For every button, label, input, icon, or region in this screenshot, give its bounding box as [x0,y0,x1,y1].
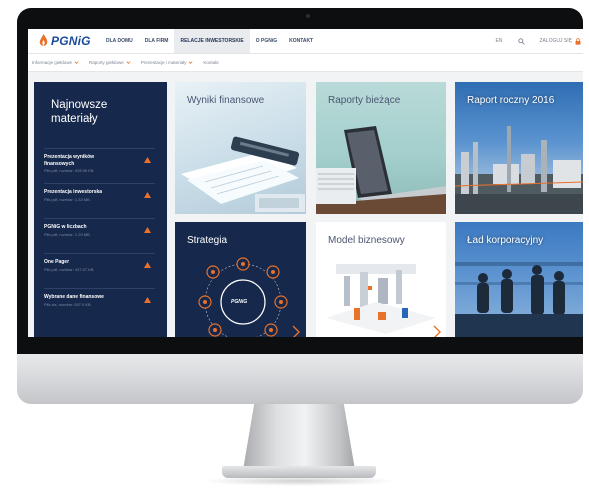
material-title: One Pager [44,259,70,265]
arrow-up-icon [144,297,151,303]
tile-financial-results[interactable]: Wyniki finansowe [175,82,306,214]
material-meta: Plik pdf, rozmiar: 1.33 MB [44,196,90,202]
search-icon[interactable] [518,37,526,45]
nav-item-dla-domu[interactable]: DLA DOMU [100,29,139,53]
subnav-item-raporty-gieldowe[interactable]: Raporty giełdowe [89,60,124,65]
arrow-up-icon [144,262,151,268]
arrow-up-icon [144,227,151,233]
top-navigation: PGNiG DLA DOMU DLA FIRM RELACJE INWESTOR… [28,29,583,54]
list-item[interactable]: Prezentacja inwestorska Plik pdf, rozmia… [44,183,155,218]
subnav-item-kontakt[interactable]: Kontakt [203,60,218,65]
logo-text: PGNiG [51,34,91,48]
tile-business-model[interactable]: Model biznesowy [316,222,446,337]
tile-strategy[interactable]: Strategia PGNiG [175,222,306,337]
chevron-down-icon [188,61,193,64]
material-title: Prezentacja wyników finansowych [44,154,95,167]
sub-navigation: Informacje giełdowe Raporty giełdowe Pre… [28,54,583,72]
tile-current-reports[interactable]: Raporty bieżące [316,82,446,214]
material-meta: Plik xls, rozmiar: 057.0 KB [44,301,91,307]
latest-materials-title: Najnowsze materiały [51,99,108,125]
materials-list: Prezentacja wyników finansowych Plik pdf… [34,148,167,323]
tile-title: Strategia [187,235,228,246]
material-meta: Plik pdf, rozmiar: 437.07 KB [44,266,94,272]
camera [306,14,310,18]
material-meta: Plik pdf, rozmiar: 1.29 MB [44,231,90,237]
language-switch[interactable]: EN [496,38,503,44]
latest-materials-panel: Najnowsze materiały Prezentacja wyników … [34,82,167,337]
arrow-up-icon [144,157,151,163]
material-meta: Plik pdf, rozmiar: 928.96 KB [44,168,94,173]
material-title: Prezentacja inwestorska [44,189,103,195]
flame-logo-icon [39,34,48,46]
tile-title: Ład korporacyjny [467,235,544,246]
material-title: PGNiG w liczbach [44,224,87,230]
list-item[interactable]: Wybrane dane finansowe Plik xls, rozmiar… [44,288,155,323]
tile-corporate-governance[interactable]: Ład korporacyjny [455,222,583,337]
list-item[interactable]: Prezentacja wyników finansowych Plik pdf… [44,148,155,183]
chevron-down-icon [126,61,131,64]
tile-title: Raporty bieżące [328,95,401,106]
monitor-chin [17,354,583,404]
subnav-item-informacje-gieldowe[interactable]: Informacje giełdowe [32,60,72,65]
screen: PGNiG DLA DOMU DLA FIRM RELACJE INWESTOR… [28,29,583,337]
pgnig-logo[interactable]: PGNiG [38,33,91,49]
chevron-down-icon [74,61,79,64]
tile-title: Model biznesowy [328,235,405,246]
lock-icon [575,37,581,45]
nav-item-relacje-inwestorskie[interactable]: RELACJE INWESTORSKIE [174,29,250,53]
nav-utilities: EN ZALOGUJ SIĘ [496,29,583,53]
tile-annual-report[interactable]: Raport roczny 2016 [455,82,583,214]
material-title: Wybrane dane finansowe [44,294,104,300]
login-link[interactable]: ZALOGUJ SIĘ [539,38,572,44]
arrow-up-icon [144,192,151,198]
list-item[interactable]: One Pager Plik pdf, rozmiar: 437.07 KB [44,253,155,288]
stand-shadow [200,476,398,486]
tile-title: Raport roczny 2016 [467,95,555,106]
tile-title: Wyniki finansowe [187,95,265,106]
main-menu: DLA DOMU DLA FIRM RELACJE INWESTORSKIE O… [100,29,319,53]
strategy-center-label: PGNiG [231,299,248,305]
nav-item-kontakt[interactable]: KONTAKT [283,29,319,53]
monitor-stand [243,404,355,470]
nav-item-o-pgnig[interactable]: O PGNiG [250,29,283,53]
subnav-item-prezentacje[interactable]: Prezentacje i materiały [141,60,187,65]
list-item[interactable]: PGNiG w liczbach Plik pdf, rozmiar: 1.29… [44,218,155,253]
nav-item-dla-firm[interactable]: DLA FIRM [139,29,175,53]
